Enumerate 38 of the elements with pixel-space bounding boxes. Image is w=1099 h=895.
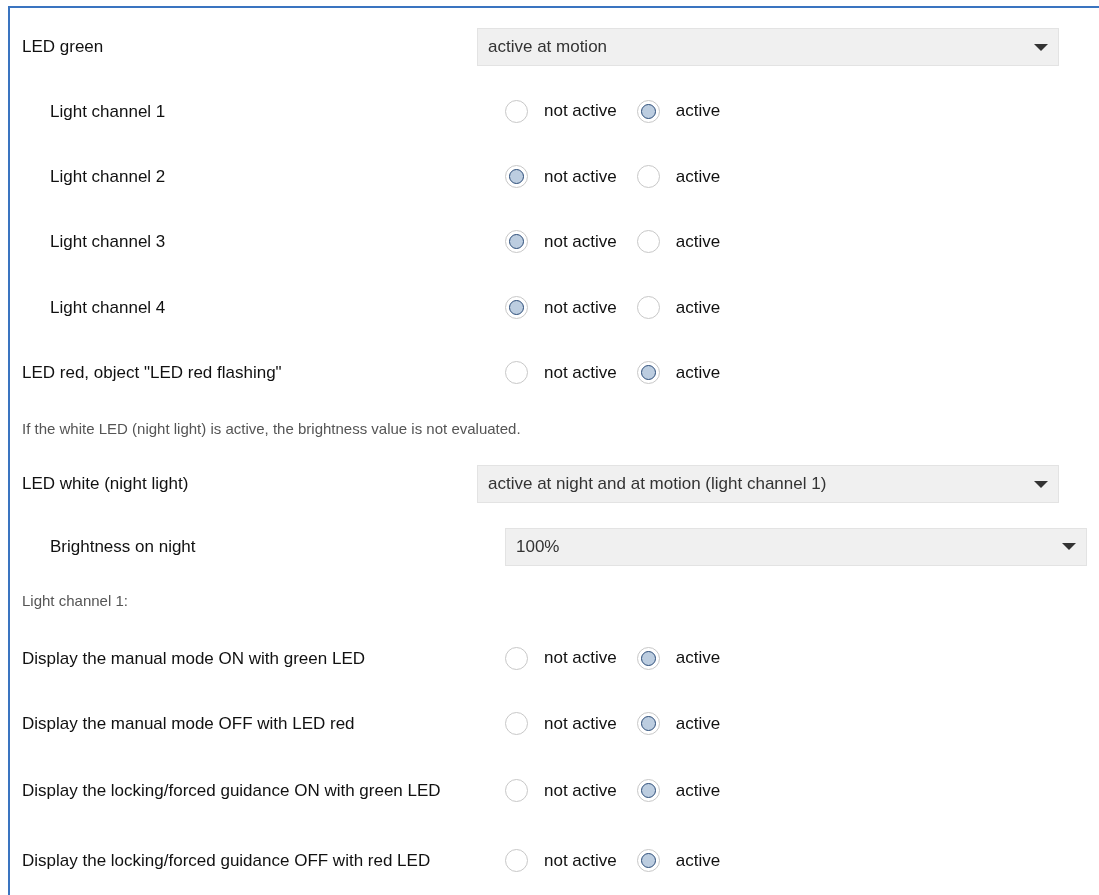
radio-option[interactable]: active (636, 229, 721, 255)
dropdown[interactable]: 100% (505, 527, 1087, 566)
radio-option[interactable]: active (636, 163, 721, 190)
field-label: Display the locking/forced guidance OFF with red LED (22, 849, 432, 871)
field-label: Display the manual mode ON with green LED (22, 647, 366, 669)
dropdown[interactable]: active at motion (477, 28, 1059, 67)
note-text: If the white LED (night light) is active, the brightness value is not evaluated. (22, 418, 521, 439)
caret-icon (1034, 480, 1048, 488)
note-text: Light channel 1: (22, 591, 128, 612)
caret-icon (1062, 543, 1076, 551)
radio-option[interactable]: not active (505, 294, 617, 321)
dropdown[interactable]: active at night and at motion (light channel 1) (477, 465, 1059, 504)
radio-option[interactable]: not active (505, 359, 617, 386)
radio-option[interactable]: active (636, 294, 721, 321)
field-label: Display the locking/forced guidance ON with green LED (22, 780, 442, 802)
radio-option[interactable]: active (636, 710, 721, 737)
caret-icon (1034, 43, 1048, 51)
radio-option[interactable]: active (636, 98, 721, 124)
field-label: Brightness on night (50, 535, 197, 558)
radio-option[interactable]: not active (505, 847, 617, 874)
radio-option[interactable]: not active (505, 778, 617, 804)
field-label: Light channel 2 (50, 165, 167, 187)
field-label: Light channel 1 (50, 100, 167, 122)
field-label: Light channel 4 (50, 296, 167, 318)
radio-option[interactable]: not active (505, 163, 617, 190)
radio-option[interactable]: not active (505, 229, 617, 255)
radio-option[interactable]: not active (505, 710, 617, 737)
radio-option[interactable]: active (636, 359, 721, 386)
radio-option[interactable]: active (636, 778, 721, 804)
field-label: Display the manual mode OFF with LED red (22, 713, 356, 735)
radio-option[interactable]: not active (505, 645, 617, 671)
radio-option[interactable]: active (636, 847, 721, 874)
radio-option[interactable]: not active (505, 98, 617, 124)
field-label: LED white (night light) (22, 473, 190, 496)
field-label: Light channel 3 (50, 231, 167, 253)
radio-option[interactable]: active (636, 645, 721, 671)
field-label: LED green (22, 36, 105, 59)
field-label: LED red, object "LED red flashing" (22, 362, 283, 384)
